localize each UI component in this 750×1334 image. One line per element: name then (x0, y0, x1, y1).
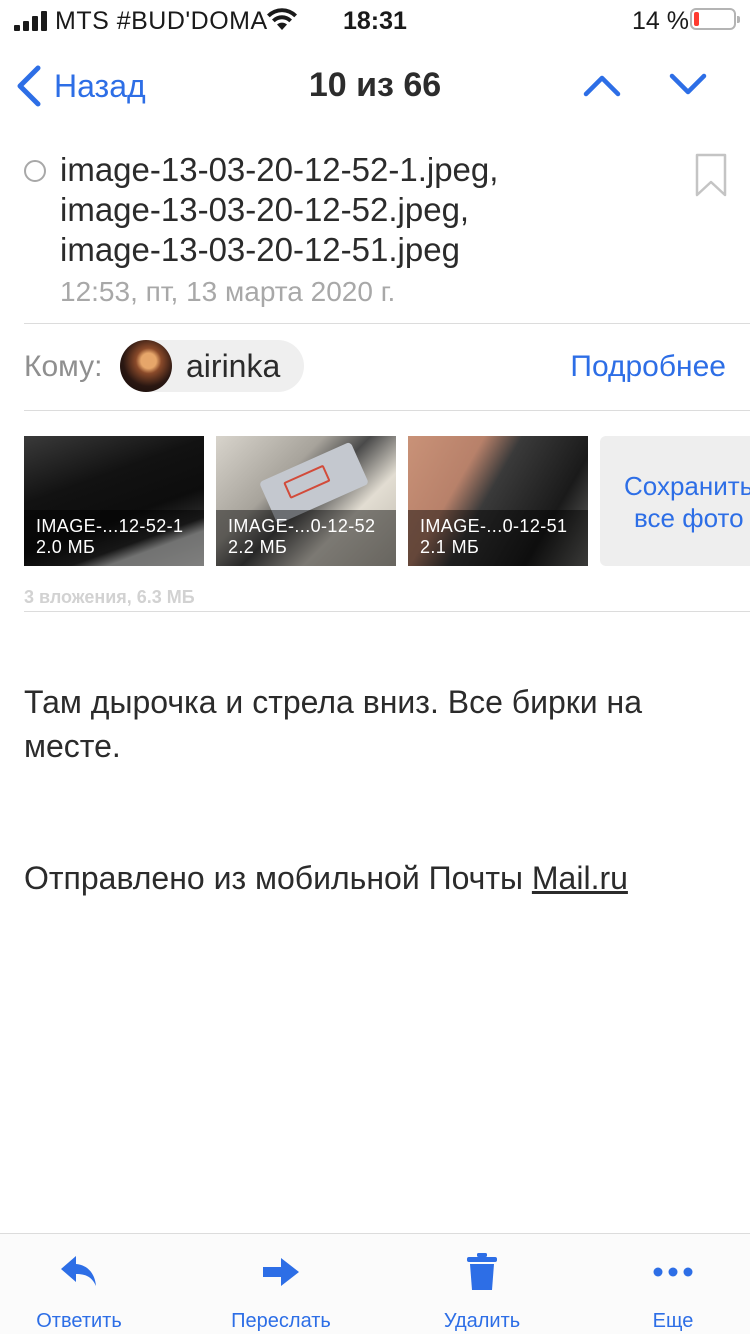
details-link[interactable]: Подробнее (570, 350, 726, 384)
more-label: Еще (652, 1310, 694, 1332)
attachment-caption: IMAGE-...0-12-51 2.1 МБ (408, 510, 588, 566)
recipient-chip[interactable]: airinka (120, 340, 305, 392)
attachment-name: IMAGE-...0-12-51 (420, 516, 568, 536)
forward-arrow-icon (263, 1258, 299, 1286)
save-all-line: Сохранить (624, 471, 750, 501)
bookmark-icon[interactable] (694, 152, 728, 198)
signature-text: Отправлено из мобильной Почты (24, 860, 532, 896)
forward-label: Переслать (231, 1310, 331, 1332)
trash-icon (467, 1253, 497, 1290)
delete-label: Удалить (443, 1310, 521, 1332)
attachments-summary: 3 вложения, 6.3 МБ (24, 587, 195, 607)
bottom-toolbar: Ответить Переслать Удалить Еще (0, 1233, 750, 1334)
more-button[interactable]: Еще (634, 1234, 712, 1334)
attachment-size: 2.2 МБ (228, 537, 288, 557)
signature: Отправлено из мобильной Почты Mail.ru (24, 860, 628, 897)
attachments-strip: IMAGE-...12-52-1 2.0 МБ IMAGE-...0-12-52… (24, 436, 750, 566)
chevron-up-icon[interactable] (582, 70, 622, 100)
divider (24, 611, 750, 612)
attachment-size: 2.0 МБ (36, 537, 96, 557)
subject-line: image-13-03-20-12-51.jpeg (60, 231, 460, 268)
carrier-name: MTS #BUD'DOMA (55, 7, 268, 35)
attachment-size: 2.1 МБ (420, 537, 480, 557)
battery-level (694, 12, 699, 26)
attachment-thumbnail[interactable]: IMAGE-...0-12-52 2.2 МБ (216, 436, 396, 566)
avatar (120, 340, 172, 392)
attachment-thumbnail[interactable]: IMAGE-...0-12-51 2.1 МБ (408, 436, 588, 566)
save-all-photos-button[interactable]: Сохранить все фото (600, 436, 750, 566)
to-label: Кому: (24, 350, 103, 383)
attachment-thumbnail[interactable]: IMAGE-...12-52-1 2.0 МБ (24, 436, 204, 566)
recipient-name: airinka (186, 347, 281, 384)
chevron-down-icon[interactable] (668, 70, 708, 100)
attachment-caption: IMAGE-...12-52-1 2.0 МБ (24, 510, 204, 566)
navigation-bar: Назад 10 из 66 (0, 50, 750, 120)
more-dots-icon (653, 1267, 693, 1277)
battery-icon (690, 8, 740, 30)
attachment-name: IMAGE-...12-52-1 (36, 516, 184, 536)
wifi-icon (267, 8, 297, 30)
forward-button[interactable]: Переслать (216, 1234, 346, 1334)
save-all-line: все фото (634, 503, 744, 533)
subject-line: image-13-03-20-12-52-1.jpeg, (60, 151, 499, 188)
mailru-link[interactable]: Mail.ru (532, 860, 628, 896)
reply-button[interactable]: Ответить (20, 1234, 138, 1334)
reply-icon (61, 1256, 96, 1286)
clock: 18:31 (343, 7, 407, 35)
attachment-caption: IMAGE-...0-12-52 2.2 МБ (216, 510, 396, 566)
cellular-signal-icon (14, 11, 48, 31)
subject-line: image-13-03-20-12-52.jpeg, (60, 191, 470, 228)
message-position: 10 из 66 (308, 66, 442, 104)
delete-button[interactable]: Удалить (430, 1234, 534, 1334)
message-body: Там дырочка и стрела вниз. Все бирки на … (24, 684, 642, 764)
status-bar: MTS #BUD'DOMA 18:31 14 % (0, 0, 750, 42)
divider (24, 410, 750, 411)
divider (24, 323, 750, 324)
attachment-name: IMAGE-...0-12-52 (228, 516, 376, 536)
unread-toggle[interactable] (24, 160, 46, 182)
message-datetime: 12:53, пт, 13 марта 2020 г. (60, 276, 396, 307)
reply-label: Ответить (36, 1310, 122, 1332)
battery-percent: 14 % (632, 7, 689, 35)
message-subject: image-13-03-20-12-52-1.jpeg, image-13-03… (60, 150, 670, 270)
